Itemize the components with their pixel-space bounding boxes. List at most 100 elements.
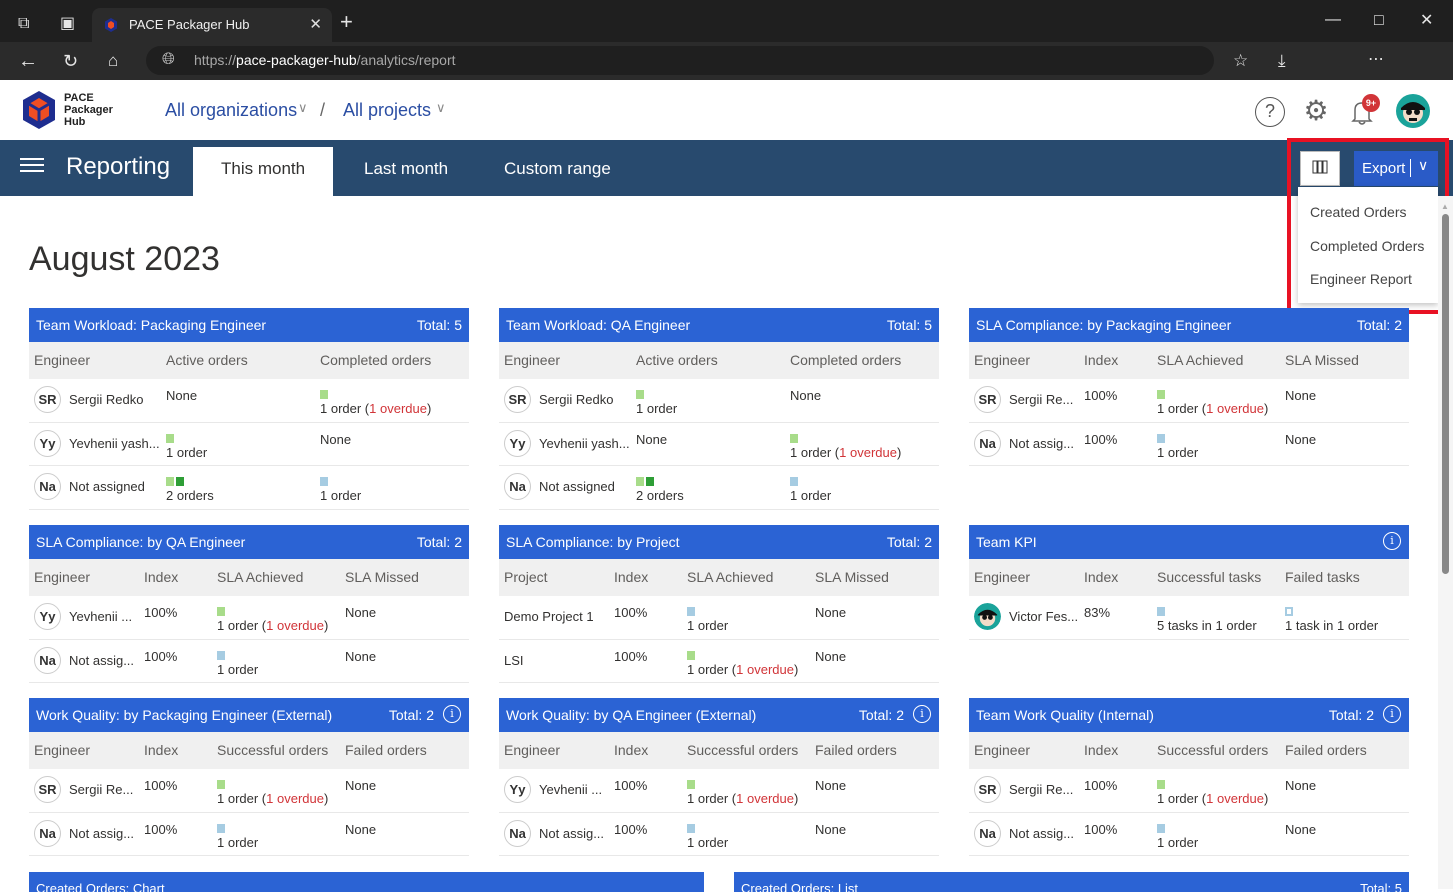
table-row[interactable]: Yy Yevhenii ... 100% 1 order (1 overdue) Non… [29,596,469,640]
table-row[interactable]: SR Sergii Re... 100% 1 order (1 overdue) Non… [969,379,1409,423]
info-icon[interactable]: i [443,705,461,723]
app-logo-icon[interactable] [20,89,58,131]
column-header[interactable]: Active orders [636,352,718,368]
table-row[interactable]: LSI 100% 1 order (1 overdue) None [499,640,939,683]
column-header[interactable]: Index [614,742,648,758]
organization-selector[interactable]: All organizations [165,100,297,121]
table-row[interactable]: Na Not assig... 100% 1 order None [29,813,469,856]
table-row[interactable]: Victor Fes... 83% 5 tasks in 1 order 1 task… [969,596,1409,640]
column-header[interactable]: Successful orders [1157,742,1268,758]
tab-last-month[interactable]: Last month [336,147,476,196]
engineer-name[interactable]: Sergii Re... [69,782,133,797]
value-text[interactable]: 5 tasks in 1 order [1157,618,1257,633]
table-row[interactable]: Yy Yevhenii ... 100% 1 order (1 overdue) Non… [499,769,939,813]
more-icon[interactable]: ⋯ [1368,50,1384,70]
minimize-icon[interactable]: — [1325,10,1341,30]
engineer-name[interactable]: Not assigned [539,479,615,494]
column-header[interactable]: Engineer [34,742,90,758]
engineer-name[interactable]: Yevhenii ... [69,609,132,624]
scroll-up-icon[interactable]: ▲ [1441,202,1449,211]
browser-tab[interactable]: PACE Packager Hub ✕ [92,8,332,42]
engineer-name[interactable]: Not assig... [69,653,134,668]
project-selector[interactable]: All projects [343,100,431,121]
column-header[interactable]: SLA Achieved [217,569,303,585]
table-row[interactable]: Na Not assigned 2 orders 1 order [29,466,469,510]
value-text[interactable]: 2 orders [166,488,214,503]
table-row[interactable]: Na Not assig... 100% 1 order None [499,813,939,856]
value-text[interactable]: 1 order (1 overdue) [1157,401,1268,416]
downloads-icon[interactable]: ⤓ [1278,51,1286,71]
column-header[interactable]: Successful tasks [1157,569,1261,585]
column-header[interactable]: Index [144,742,178,758]
engineer-name[interactable]: Not assig... [1009,826,1074,841]
value-text[interactable]: 2 orders [636,488,684,503]
engineer-name[interactable]: Sergii Re... [1009,782,1073,797]
column-header[interactable]: SLA Missed [815,569,889,585]
column-header[interactable]: Project [504,569,548,585]
column-header[interactable]: Failed orders [1285,742,1367,758]
value-text[interactable]: 1 order (1 overdue) [790,445,901,460]
engineer-name[interactable]: Sergii Redko [69,392,143,407]
value-text[interactable]: 1 order [1157,835,1198,850]
table-row[interactable]: Na Not assig... 100% 1 order None [969,813,1409,856]
table-row[interactable]: SR Sergii Re... 100% 1 order (1 overdue) Non… [969,769,1409,813]
column-header[interactable]: Engineer [974,569,1030,585]
engineer-name[interactable]: Yevhenii yash... [69,436,160,451]
value-text[interactable]: 1 order (1 overdue) [687,791,798,806]
column-header[interactable]: Failed tasks [1285,569,1360,585]
refresh-icon[interactable]: ↻ [63,51,78,71]
new-tab-icon[interactable]: + [340,11,353,33]
engineer-name[interactable]: Not assig... [69,826,134,841]
info-icon[interactable]: i [1383,705,1401,723]
value-text[interactable]: 1 order [217,835,258,850]
value-text[interactable]: 1 order [687,835,728,850]
info-icon[interactable]: i [913,705,931,723]
tab-actions-icon[interactable]: ▣ [60,14,75,34]
table-row[interactable]: Yy Yevhenii yash... 1 order None [29,423,469,466]
value-text[interactable]: 1 order (1 overdue) [217,618,328,633]
value-text[interactable]: 1 order [687,618,728,633]
chevron-down-icon[interactable]: ∨ [436,100,446,116]
value-text[interactable]: 1 order (1 overdue) [217,791,328,806]
column-header[interactable]: SLA Missed [345,569,419,585]
column-header[interactable]: Failed orders [815,742,897,758]
column-header[interactable]: Engineer [974,742,1030,758]
value-text[interactable]: 1 order [790,488,831,503]
value-text[interactable]: 1 order (1 overdue) [1157,791,1268,806]
settings-gear-icon[interactable]: ⚙︎ [1301,97,1331,127]
engineer-name[interactable]: Sergii Re... [1009,392,1073,407]
page-scrollbar[interactable]: ▲ [1438,196,1453,889]
engineer-name[interactable]: Sergii Redko [539,392,613,407]
tab-custom-range[interactable]: Custom range [476,147,639,196]
table-row[interactable]: Na Not assigned 2 orders 1 order [499,466,939,510]
user-avatar[interactable] [1396,94,1430,128]
column-header[interactable]: Engineer [34,569,90,585]
maximize-icon[interactable]: □ [1374,11,1384,31]
chevron-down-icon[interactable]: ∨ [298,100,308,116]
engineer-name[interactable]: Yevhenii ... [539,782,602,797]
help-icon[interactable]: ? [1255,97,1285,127]
value-text[interactable]: 1 task in 1 order [1285,618,1378,633]
column-header[interactable]: Index [1084,742,1118,758]
info-icon[interactable]: i [1383,532,1401,550]
value-text[interactable]: 1 order (1 overdue) [320,401,431,416]
value-text[interactable]: 1 order [217,662,258,677]
engineer-name[interactable]: Yevhenii yash... [539,436,630,451]
address-bar[interactable]: 🌐︎ https://pace-packager-hub/analytics/r… [146,46,1214,75]
value-text[interactable]: 1 order [636,401,677,416]
workspaces-icon[interactable]: ⧉ [18,14,29,34]
value-text[interactable]: 1 order (1 overdue) [687,662,798,677]
table-row[interactable]: Na Not assig... 100% 1 order None [29,640,469,683]
table-row[interactable]: Demo Project 1 100% 1 order None [499,596,939,640]
column-header[interactable]: Completed orders [790,352,901,368]
table-row[interactable]: Na Not assig... 100% 1 order None [969,423,1409,466]
project-name[interactable]: LSI [504,653,524,668]
close-tab-icon[interactable]: ✕ [309,15,322,33]
engineer-name[interactable]: Not assigned [69,479,145,494]
engineer-name[interactable]: Not assig... [539,826,604,841]
column-header[interactable]: SLA Achieved [1157,352,1243,368]
column-header[interactable]: Engineer [34,352,90,368]
value-text[interactable]: 1 order [320,488,361,503]
column-header[interactable]: Index [614,569,648,585]
column-header[interactable]: Successful orders [217,742,328,758]
